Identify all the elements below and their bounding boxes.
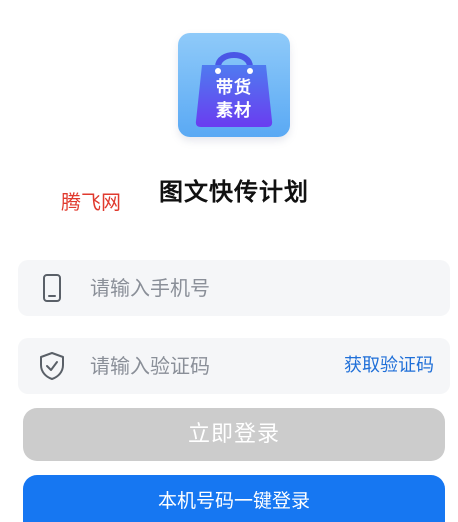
logo-text-line1: 带货 (216, 78, 252, 98)
app-logo: 带货 素材 (178, 33, 290, 141)
phone-input[interactable] (90, 260, 330, 316)
verification-code-field[interactable]: 获取验证码 (18, 338, 450, 394)
watermark-text: 腾飞网 (61, 190, 121, 214)
login-page: 带货 素材 图文快传计划 腾飞网 获取验证码 立即登录 本机号码一键登录 (0, 0, 458, 522)
shield-check-icon (40, 352, 64, 380)
verification-code-input[interactable] (90, 338, 330, 394)
logo-text-line2: 素材 (216, 101, 252, 121)
mobile-phone-icon (43, 274, 61, 302)
get-code-button[interactable]: 获取验证码 (344, 338, 434, 394)
login-button[interactable]: 立即登录 (23, 408, 445, 461)
phone-field[interactable] (18, 260, 450, 316)
one-key-login-button[interactable]: 本机号码一键登录 (23, 475, 445, 522)
